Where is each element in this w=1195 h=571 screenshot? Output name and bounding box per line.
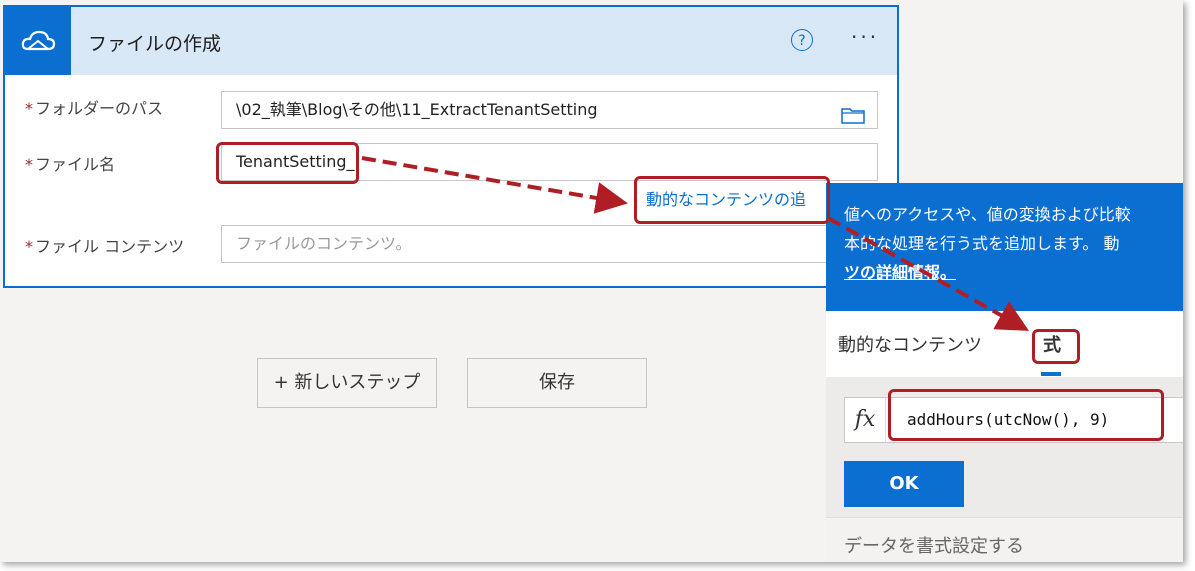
annotation-arrows xyxy=(361,156,1029,331)
arrow-link-to-expression-tab xyxy=(827,216,1029,331)
designer-canvas: ファイルの作成 ? ··· * フォルダーのパス \02_執筆\Blog\その他\… xyxy=(0,0,1183,562)
arrow-filename-to-link xyxy=(361,156,628,214)
